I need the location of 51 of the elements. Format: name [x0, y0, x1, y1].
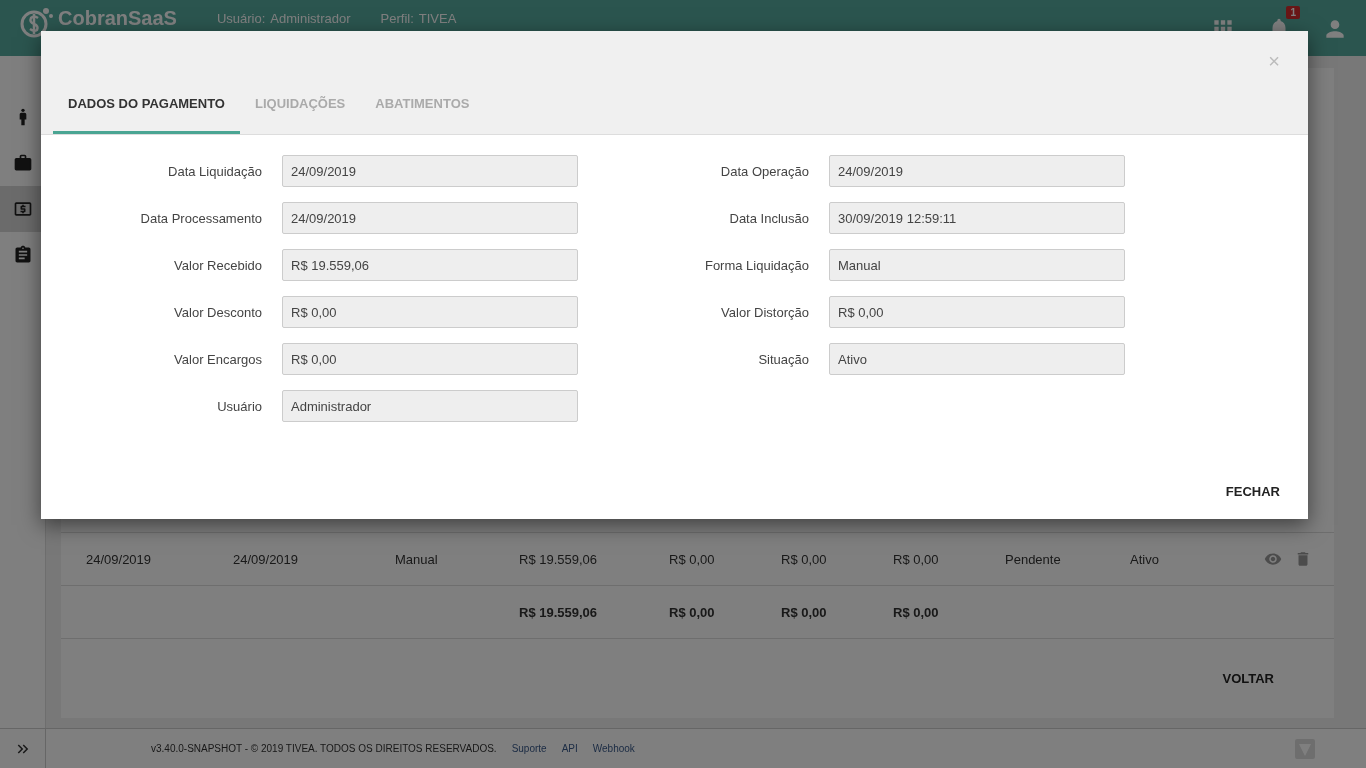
table-cell-text: R$ 0,00: [781, 551, 828, 567]
table-cell-text: R$ 19.559,06: [519, 551, 599, 567]
table-cell-text: R$ 0,00: [781, 604, 828, 620]
input-field[interactable]: 30/09/2019 12:59:11: [829, 202, 1125, 234]
app-name: CobranSaaS: [58, 7, 177, 30]
table-cell-text: Manual: [395, 551, 439, 567]
table-cell-text: Pendente: [1005, 551, 1062, 567]
field-label: Usuário: [216, 398, 263, 414]
field-label: Data Processamento: [139, 210, 263, 226]
field-label: Valor Desconto: [173, 304, 263, 320]
table-cell-text: R$ 0,00: [893, 604, 940, 620]
field-label: Data Operação: [719, 163, 810, 179]
footer-link[interactable]: API: [561, 743, 578, 754]
back-button[interactable]: VOLTAR: [1214, 665, 1282, 692]
table-cell-text: R$ 0,00: [893, 551, 940, 567]
input-field[interactable]: R$ 19.559,06: [282, 249, 578, 281]
field-label: Valor Encargos: [173, 351, 263, 367]
input-field[interactable]: Ativo: [829, 343, 1125, 375]
tab[interactable]: DADOS DO PAGAMENTO: [53, 90, 240, 134]
user-name: Administrador: [270, 11, 351, 26]
briefcase-icon: [12, 153, 33, 173]
table-cell-text: R$ 0,00: [669, 551, 716, 567]
input-field[interactable]: R$ 0,00: [829, 296, 1125, 328]
table-cell-text: 24/09/2019: [233, 551, 300, 567]
input-field[interactable]: Manual: [829, 249, 1125, 281]
footer-link[interactable]: Webhook: [592, 743, 635, 754]
input-field[interactable]: Administrador: [282, 390, 578, 422]
input-field[interactable]: R$ 0,00: [282, 343, 578, 375]
input-field[interactable]: 24/09/2019: [282, 155, 578, 187]
input-field[interactable]: 24/09/2019: [829, 155, 1125, 187]
profile-name: TIVEA: [418, 11, 457, 26]
input-field[interactable]: R$ 0,00: [282, 296, 578, 328]
field-label: Data Liquidação: [167, 163, 263, 179]
table-cell-text: R$ 0,00: [669, 604, 716, 620]
table-cell-text: Ativo: [1130, 551, 1160, 567]
copyright-text: v3.40.0-SNAPSHOT - © 2019 TIVEA. TODOS OS DIREITOS RESERVADOS.: [151, 743, 497, 754]
table-cell-text: 24/09/2019: [86, 551, 153, 567]
field-label: Valor Distorção: [720, 304, 810, 320]
field-label: Data Inclusão: [728, 210, 810, 226]
footer-link[interactable]: Suporte: [511, 743, 547, 754]
table-cell-text: R$ 19.559,06: [519, 604, 599, 620]
close-dialog-button[interactable]: FECHAR: [1217, 478, 1288, 505]
user-label: Usuário:: [216, 11, 266, 26]
notification-badge: 1: [1286, 6, 1300, 19]
field-label: Forma Liquidação: [703, 257, 810, 273]
input-field[interactable]: 24/09/2019: [282, 202, 578, 234]
field-label: Valor Recebido: [173, 257, 263, 273]
money-icon: [12, 199, 33, 219]
logo-icon: [20, 6, 54, 38]
profile-label: Perfil:: [380, 11, 414, 26]
field-label: Situação: [757, 351, 810, 367]
